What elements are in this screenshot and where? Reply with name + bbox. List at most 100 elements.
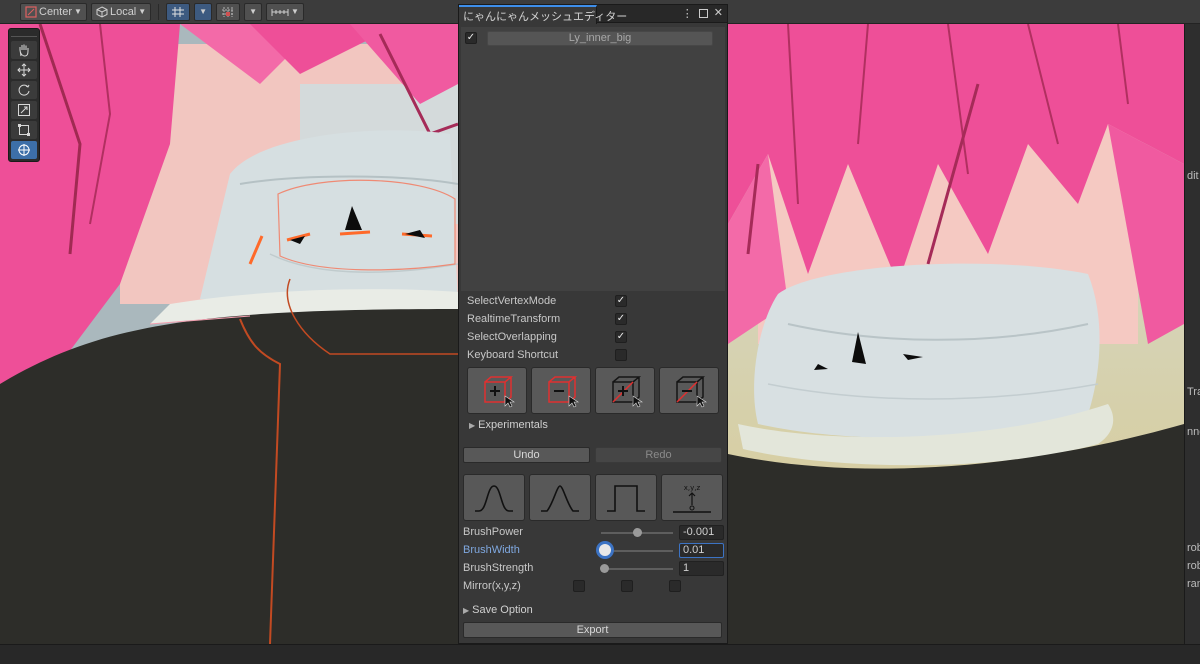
keyboard-shortcut-checkbox[interactable] [615, 349, 627, 361]
remove-vertex-selection-button[interactable] [531, 367, 591, 414]
inspector-fragment: rob [1187, 560, 1200, 572]
inspector-fragment: nne [1187, 426, 1200, 438]
mesh-list: ✓ Ly_inner_big [461, 27, 725, 291]
mirror-label: Mirror(x,y,z) [463, 580, 521, 592]
mirror-x-checkbox[interactable] [573, 580, 585, 592]
brush-linear-button[interactable] [529, 474, 591, 521]
selection-mode-buttons [467, 367, 719, 414]
inspector-fragment: rob [1187, 542, 1200, 554]
brush-width-label: BrushWidth [463, 544, 520, 556]
chevron-right-icon: ▶ [463, 605, 470, 615]
brush-width-field[interactable]: 0.01 [679, 543, 724, 558]
mesh-editor-window: にゃんにゃんメッシュエディター ⋮ ✕ ✓ Ly_inner_big Selec… [458, 4, 728, 644]
status-bar [0, 644, 1200, 664]
mirror-y-checkbox[interactable] [621, 580, 633, 592]
undo-button[interactable]: Undo [463, 447, 590, 463]
transform-icon [18, 144, 30, 156]
brush-strength-track[interactable] [601, 568, 673, 570]
inspector-fragment: Tra [1187, 386, 1200, 398]
foldout-label: Save Option [472, 604, 533, 616]
hand-tool-button[interactable] [11, 41, 37, 59]
grid-icon [172, 6, 185, 17]
rotate-icon [18, 84, 30, 96]
rect-transform-icon [18, 124, 30, 136]
export-button[interactable]: Export [463, 622, 722, 638]
mesh-name-field[interactable]: Ly_inner_big [487, 30, 713, 46]
brush-strength-field[interactable]: 1 [679, 561, 724, 576]
scene-render-right [728, 24, 1184, 644]
increment-snap-dropdown[interactable]: ▼ [266, 2, 304, 21]
maximize-icon[interactable] [698, 9, 708, 18]
add-face-selection-button[interactable] [595, 367, 655, 414]
brush-power-row: BrushPower -0.001 [463, 525, 724, 541]
rotate-tool-button[interactable] [11, 81, 37, 99]
foldout-label: Experimentals [478, 419, 548, 431]
remove-face-selection-button[interactable] [659, 367, 719, 414]
brush-constant-curve-icon [607, 484, 645, 512]
save-option-foldout[interactable]: ▶ Save Option [463, 604, 533, 616]
scene-render-left [0, 24, 458, 644]
select-vertex-mode-checkbox[interactable]: ✓ [615, 295, 627, 307]
scale-tool-button[interactable] [11, 101, 37, 119]
pivot-rotation-label: Local [109, 5, 137, 18]
drag-handle[interactable] [11, 31, 37, 37]
brush-strength-slider-thumb[interactable] [600, 564, 610, 573]
brush-xyz-button[interactable]: x,y,z [661, 474, 723, 521]
brush-constant-button[interactable] [595, 474, 657, 521]
scene-viewport-left[interactable] [0, 24, 458, 644]
option-label: SelectOverlapping [467, 331, 557, 343]
option-label: Keyboard Shortcut [467, 349, 559, 361]
brush-width-track[interactable] [601, 550, 673, 552]
chevron-down-icon: ▼ [74, 7, 82, 16]
chevron-down-icon: ▼ [199, 7, 208, 16]
rect-tool-button[interactable] [11, 121, 37, 139]
cube-icon [96, 5, 108, 18]
brush-shape-buttons: x,y,z [463, 474, 723, 521]
brush-strength-row: BrushStrength 1 [463, 561, 724, 577]
tab-controls: ⋮ ✕ [682, 7, 723, 20]
close-icon[interactable]: ✕ [714, 7, 723, 20]
transform-tool-button[interactable] [11, 141, 37, 159]
brush-axis-icon-text: x,y,z [684, 484, 701, 492]
mesh-enable-checkbox[interactable]: ✓ [465, 32, 477, 44]
snap-grid-icon [222, 6, 235, 17]
mirror-row: Mirror(x,y,z) [463, 579, 723, 595]
grid-toggle-button[interactable] [166, 2, 191, 21]
scene-viewport-right[interactable] [728, 24, 1184, 644]
brush-power-field[interactable]: -0.001 [679, 525, 724, 540]
brush-power-slider-thumb[interactable] [632, 528, 642, 537]
brush-axis-icon: x,y,z [673, 484, 711, 513]
cube-add-red-icon [484, 375, 515, 407]
option-realtime-transform: RealtimeTransform ✓ [467, 311, 627, 327]
move-tool-button[interactable] [11, 61, 37, 79]
pivot-mode-dropdown[interactable]: Center ▼ [20, 2, 87, 21]
editor-tab-bar: にゃんにゃんメッシュエディター ⋮ ✕ [459, 5, 727, 24]
option-select-vertex-mode: SelectVertexMode ✓ [467, 293, 627, 309]
chevron-down-icon: ▼ [138, 7, 147, 16]
experimentals-foldout[interactable]: ▶ Experimentals [469, 419, 548, 431]
inspector-fragment: dit I [1187, 170, 1200, 182]
option-label: SelectVertexMode [467, 295, 557, 307]
more-options-icon[interactable]: ⋮ [682, 7, 693, 20]
add-vertex-selection-button[interactable] [467, 367, 527, 414]
pivot-rotation-dropdown[interactable]: Local ▼ [90, 2, 152, 21]
brush-smooth-button[interactable] [463, 474, 525, 521]
realtime-transform-checkbox[interactable]: ✓ [615, 313, 627, 325]
option-select-overlapping: SelectOverlapping ✓ [467, 329, 627, 345]
tab-mesh-editor[interactable]: にゃんにゃんメッシュエディター [459, 5, 627, 24]
redo-button[interactable]: Redo [595, 447, 722, 463]
cube-remove-icon [676, 375, 707, 407]
brush-power-label: BrushPower [463, 526, 523, 538]
option-label: RealtimeTransform [467, 313, 561, 325]
scale-icon [18, 104, 30, 116]
select-overlapping-checkbox[interactable]: ✓ [615, 331, 627, 343]
brush-smooth-curve-icon [475, 484, 513, 512]
grid-options-dropdown[interactable]: ▼ [194, 2, 213, 21]
brush-strength-label: BrushStrength [463, 562, 534, 574]
chevron-down-icon: ▼ [249, 7, 258, 16]
mirror-z-checkbox[interactable] [669, 580, 681, 592]
snap-options-dropdown[interactable]: ▼ [244, 2, 263, 21]
snap-toggle-button[interactable] [216, 2, 241, 21]
brush-linear-curve-icon [541, 484, 579, 512]
brush-width-slider-thumb[interactable] [599, 544, 612, 556]
